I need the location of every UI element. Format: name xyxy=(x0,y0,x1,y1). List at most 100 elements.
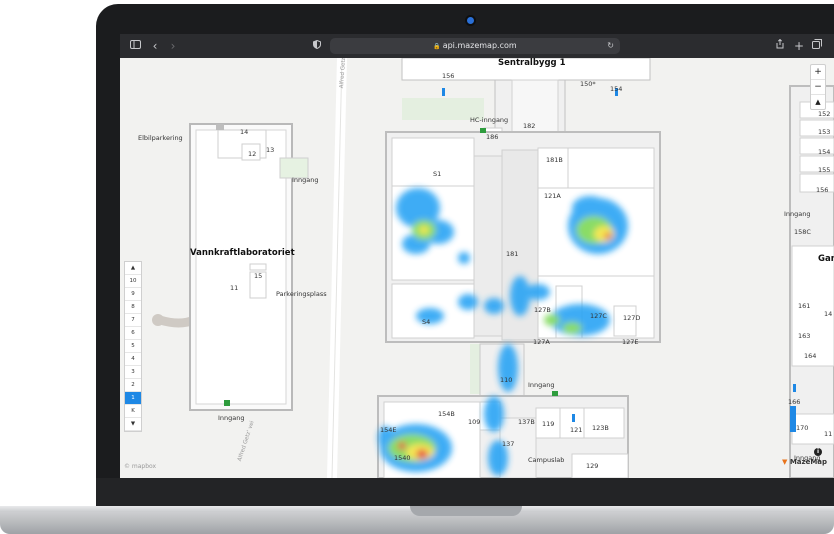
footpath xyxy=(155,315,199,328)
room-gam-161: 161 xyxy=(798,302,811,310)
room-gam-158c: 158C xyxy=(794,228,811,236)
room-123b: 123B xyxy=(592,424,609,432)
shield-icon[interactable] xyxy=(312,38,322,54)
room-127a: 127A xyxy=(533,338,550,346)
room-11: 11 xyxy=(230,284,239,292)
laptop-mockup: ‹ › 🔒 api.mazemap.com ↻ + Sentralbygg 1 … xyxy=(0,0,834,534)
building-label-vannkraft: Vannkraftlaboratoriet xyxy=(190,248,295,258)
sidebar-icon[interactable] xyxy=(128,38,142,54)
room-127e: 127E xyxy=(622,338,639,346)
room-110: 110 xyxy=(500,376,513,384)
label-inngang-1: Inngang xyxy=(292,176,319,184)
label-parkeringsplass: Parkeringsplass xyxy=(276,290,327,298)
brand-name: MazeMap xyxy=(789,458,828,466)
room-15: 15 xyxy=(254,272,263,280)
lock-icon: 🔒 xyxy=(433,43,443,50)
room-1540: 1540 xyxy=(394,454,411,462)
room-gam-164: 164 xyxy=(804,352,817,360)
floor-2[interactable]: 2 xyxy=(125,379,141,392)
room-gam-156: 156 xyxy=(816,186,829,194)
floor-4[interactable]: 4 xyxy=(125,353,141,366)
address-bar[interactable]: 🔒 api.mazemap.com ↻ xyxy=(330,38,620,54)
floor-up-button[interactable]: ▲ xyxy=(125,262,141,275)
room-gam-152: 152 xyxy=(818,110,831,118)
label-campuslab: Campuslab xyxy=(528,456,565,464)
url-text: 🔒 api.mazemap.com xyxy=(330,38,620,54)
room-181: 181 xyxy=(506,250,519,258)
room-129: 129 xyxy=(586,462,599,470)
reload-icon[interactable]: ↻ xyxy=(607,38,614,54)
label-hc-inngang: HC-inngang xyxy=(470,116,509,124)
floor-k[interactable]: K xyxy=(125,405,141,418)
chevron-right-icon[interactable]: › xyxy=(168,38,178,54)
room-181b: 181B xyxy=(546,156,563,164)
room-154: 154 xyxy=(610,85,623,93)
room-gam-14: 14 xyxy=(824,310,833,318)
room-127d: 127D xyxy=(623,314,641,322)
label-inngang-2: Inngang xyxy=(218,414,245,422)
room-gam-153: 153 xyxy=(818,128,831,136)
laptop-notch xyxy=(410,506,522,516)
room-121: 121 xyxy=(570,426,583,434)
browser-toolbar: ‹ › 🔒 api.mazemap.com ↻ + xyxy=(120,34,834,58)
floor-selector: ▲ 10 9 8 7 6 5 4 3 2 1 K ▼ xyxy=(124,261,142,432)
room-137b: 137B xyxy=(518,418,535,426)
mazemap-logo-icon: ▼ xyxy=(782,458,790,466)
zoom-controls: + − ▲ xyxy=(810,64,826,110)
building-sentralbygg-1 xyxy=(377,58,661,478)
floor-8[interactable]: 8 xyxy=(125,301,141,314)
room-14: 14 xyxy=(240,128,249,136)
floor-3[interactable]: 3 xyxy=(125,366,141,379)
url-value: api.mazemap.com xyxy=(442,41,517,50)
room-109: 109 xyxy=(468,418,481,426)
room-154b: 154B xyxy=(438,410,455,418)
room-gam-170: 170 xyxy=(796,424,809,432)
room-12: 12 xyxy=(248,150,257,158)
floor-down-button[interactable]: ▼ xyxy=(125,418,141,431)
room-gam-11: 11 xyxy=(824,430,833,438)
building-label-gam: Gam xyxy=(818,254,834,264)
room-s1: S1 xyxy=(433,170,442,178)
floor-1[interactable]: 1 xyxy=(125,392,141,405)
camera-icon xyxy=(467,17,474,24)
label-inngang-3: Inngang xyxy=(528,381,555,389)
room-137: 137 xyxy=(502,440,515,448)
floor-6[interactable]: 6 xyxy=(125,327,141,340)
room-154e: 154E xyxy=(380,426,397,434)
browser-window: ‹ › 🔒 api.mazemap.com ↻ + Sentralbygg 1 … xyxy=(120,34,834,478)
floor-5[interactable]: 5 xyxy=(125,340,141,353)
info-icon[interactable]: i xyxy=(814,448,822,456)
room-s4: S4 xyxy=(422,318,431,326)
room-gam-163: 163 xyxy=(798,332,811,340)
label-elbilparkering: Elbilparkering xyxy=(138,134,183,142)
indoor-map[interactable]: Sentralbygg 1 Vannkraftlaboratoriet Gam … xyxy=(120,58,834,478)
floor-10[interactable]: 10 xyxy=(125,275,141,288)
room-186: 186 xyxy=(486,133,499,141)
laptop-chin xyxy=(96,478,834,508)
floor-7[interactable]: 7 xyxy=(125,314,141,327)
room-119: 119 xyxy=(542,420,555,428)
room-150: 150* xyxy=(580,80,596,88)
building-label-sentralbygg: Sentralbygg 1 xyxy=(498,58,566,68)
chevron-left-icon[interactable]: ‹ xyxy=(150,38,160,54)
tabs-icon[interactable] xyxy=(811,38,823,54)
room-127b: 127B xyxy=(534,306,551,314)
room-gam-166: 166 xyxy=(788,398,801,406)
plus-icon[interactable]: + xyxy=(793,38,805,54)
room-156: 156 xyxy=(442,72,455,80)
building-vannkraftlaboratoriet xyxy=(189,123,309,411)
label-inngang-4: Inngang xyxy=(784,210,811,218)
zoom-in-button[interactable]: + xyxy=(811,65,825,80)
room-127c: 127C xyxy=(590,312,607,320)
mapbox-attribution[interactable]: © mapbox xyxy=(124,463,156,470)
building-gam xyxy=(789,85,834,478)
floor-9[interactable]: 9 xyxy=(125,288,141,301)
room-gam-154: 154 xyxy=(818,148,831,156)
share-icon[interactable] xyxy=(774,38,786,54)
zoom-out-button[interactable]: − xyxy=(811,80,825,95)
room-182: 182 xyxy=(523,122,536,130)
compass-icon[interactable]: ▲ xyxy=(811,95,825,109)
room-13: 13 xyxy=(266,146,275,154)
room-121a: 121A xyxy=(544,192,561,200)
room-gam-155: 155 xyxy=(818,166,831,174)
